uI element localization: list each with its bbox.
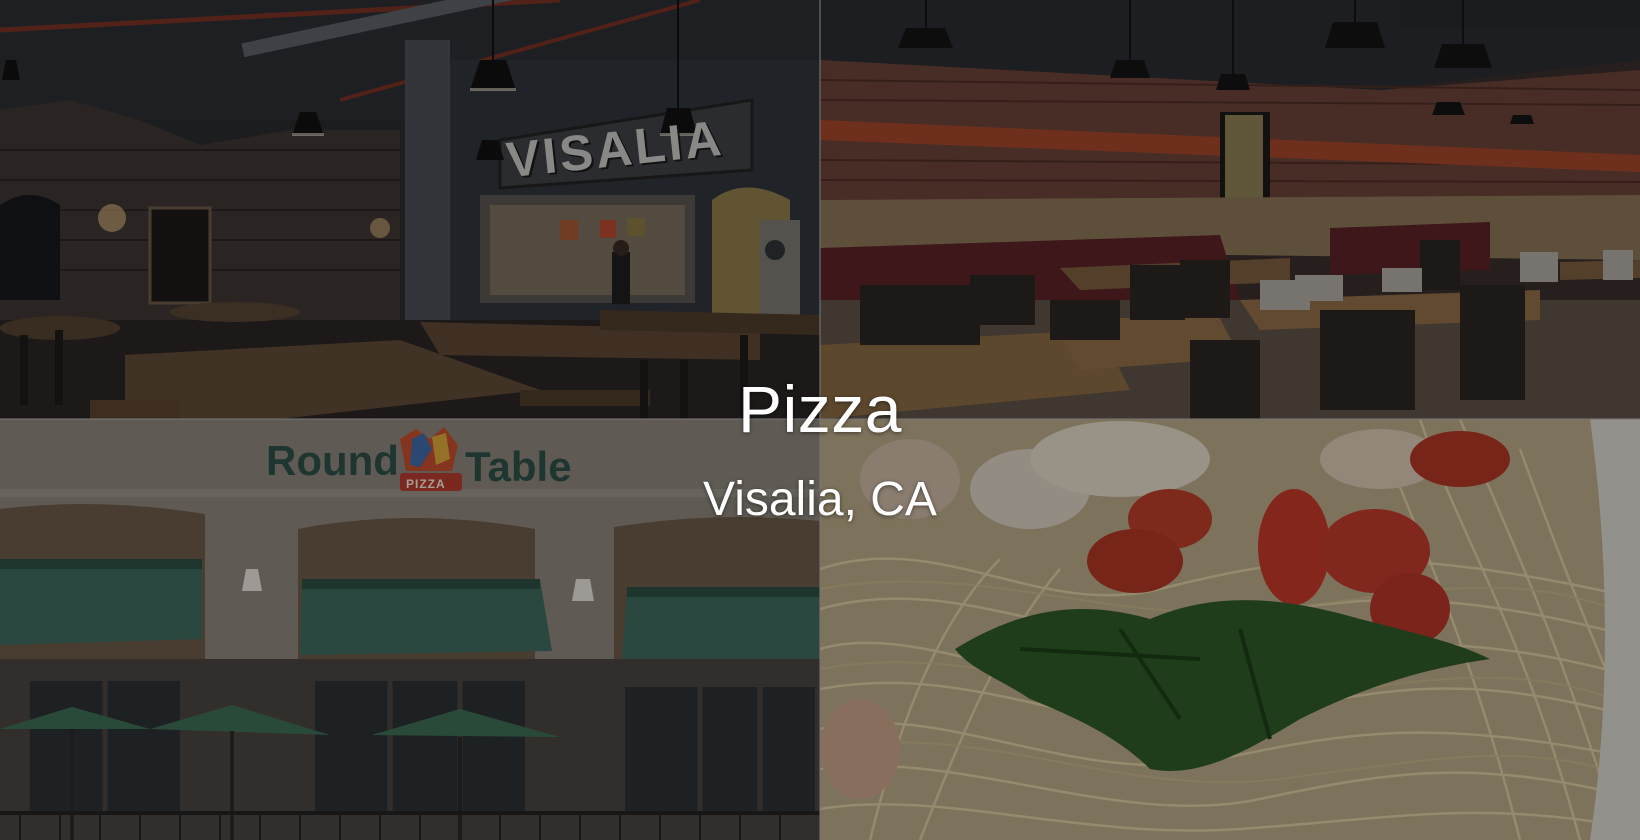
collage-divider-vertical bbox=[819, 0, 821, 840]
photo-storefront: Round PIZZA Table bbox=[0, 419, 820, 840]
photo-booth-seating bbox=[820, 0, 1640, 419]
collage-divider-horizontal bbox=[0, 418, 1640, 420]
photo-interior-dining-hall: VISALIA bbox=[0, 0, 820, 419]
photo-pasta-dish bbox=[820, 419, 1640, 840]
